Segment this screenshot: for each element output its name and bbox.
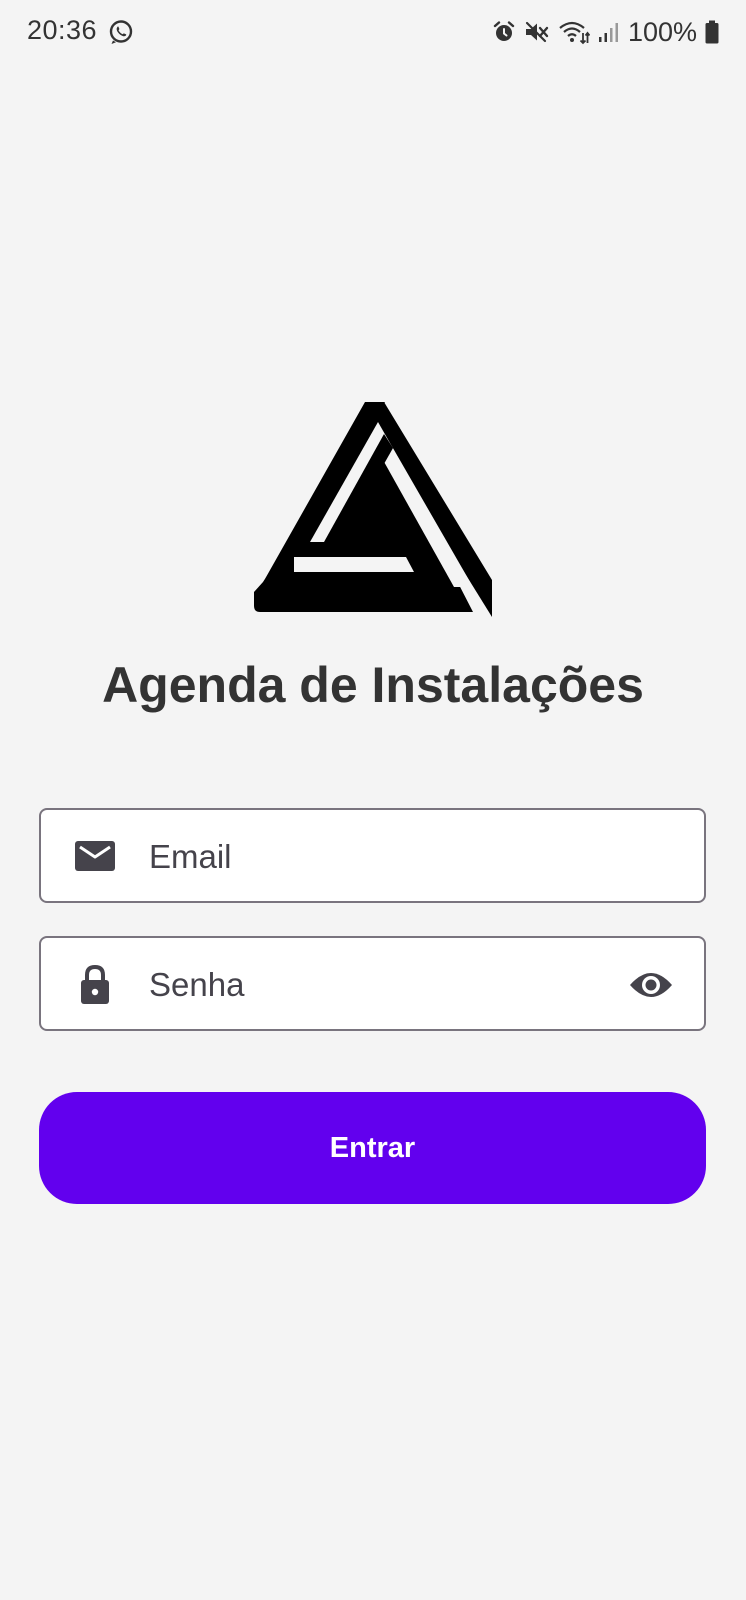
alarm-icon — [493, 21, 515, 41]
mail-icon — [75, 841, 115, 871]
whatsapp-icon — [109, 20, 133, 44]
email-placeholder: Email — [149, 838, 232, 875]
signal-icon — [598, 23, 618, 42]
status-bar: 20:36 100% — [0, 0, 746, 64]
app-title: Agenda de Instalações — [102, 657, 644, 713]
lock-icon — [81, 964, 109, 1004]
login-button[interactable]: Entrar — [39, 1092, 706, 1204]
wifi-icon — [559, 21, 590, 45]
password-field[interactable]: Senha — [39, 936, 706, 1031]
eye-icon[interactable] — [628, 965, 674, 1005]
password-placeholder: Senha — [149, 966, 245, 1003]
battery-icon — [705, 20, 719, 44]
triangle-logo — [254, 402, 492, 617]
battery-percent: 100% — [627, 16, 697, 47]
mute-icon — [525, 21, 549, 43]
status-time: 20:36 — [27, 15, 98, 45]
email-field[interactable]: Email — [39, 808, 706, 903]
status-icons: 100% — [492, 15, 719, 49]
